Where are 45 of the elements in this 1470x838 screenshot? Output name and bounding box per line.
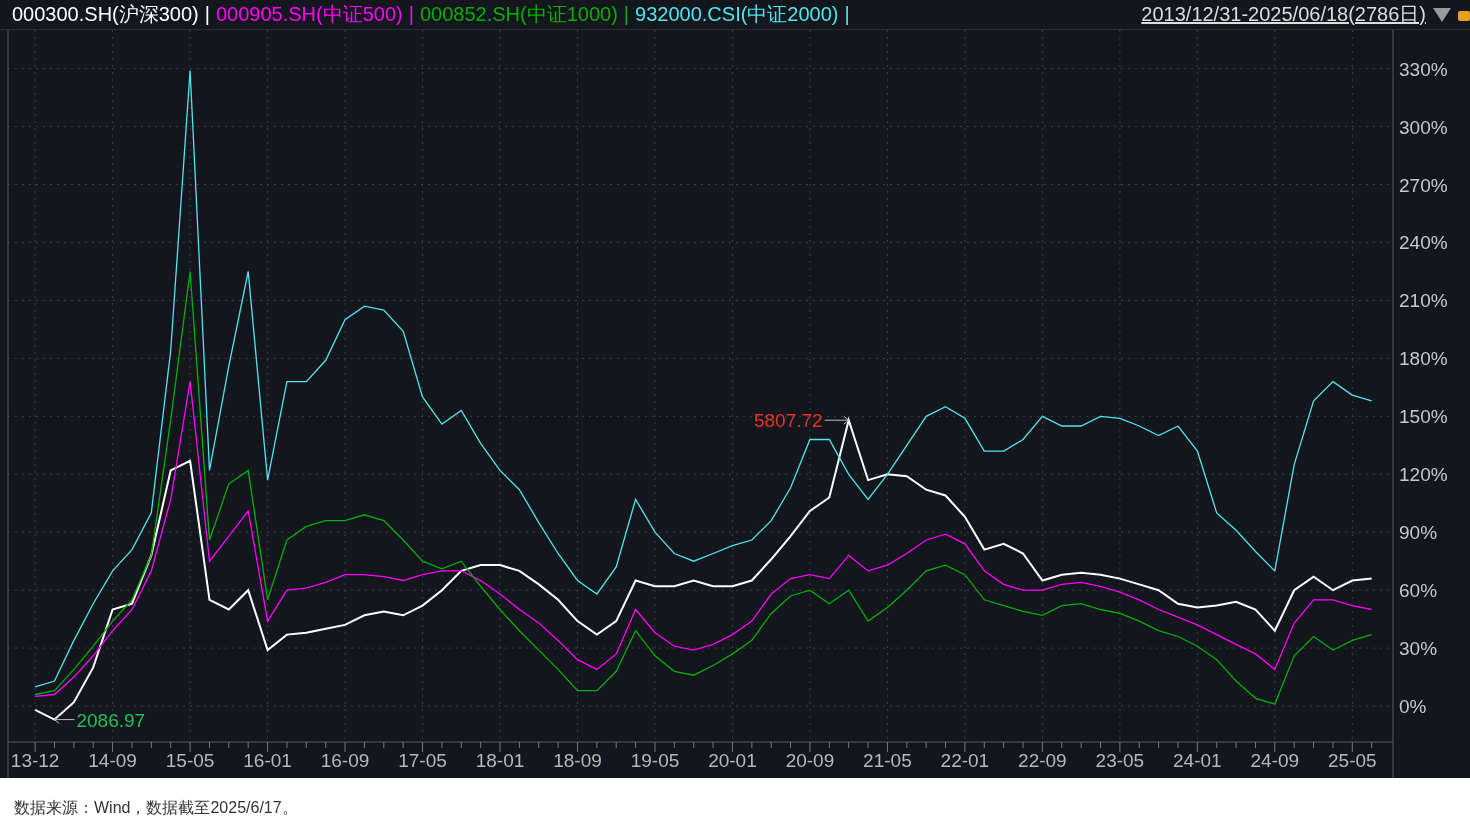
annotation-label: 2086.97 [76,709,146,731]
y-axis-label: 30% [1399,638,1438,660]
y-axis-label: 270% [1399,174,1448,196]
legend-label: 000905.SH(中证500) [216,2,403,27]
legend-separator: | [844,3,850,26]
y-axis-label: 120% [1399,464,1448,486]
y-axis-label: 240% [1399,232,1448,254]
x-axis-label: 16-09 [320,750,370,771]
x-axis-label: 18-09 [553,750,602,771]
legend-label: 932000.CSI(中证2000) [635,2,839,27]
legend-label: 000300.SH(沪深300) [12,2,199,27]
x-axis-label: 21-05 [863,750,912,771]
x-axis-label: 19-05 [630,750,680,771]
x-axis-label: 18-01 [475,750,525,771]
x-axis-label: 22-09 [1018,750,1067,771]
x-axis-label: 13-12 [10,750,60,771]
x-axis-label: 20-01 [708,750,757,771]
annotation-arrow [54,715,75,725]
date-range-link[interactable]: 2013/12/31-2025/06/18(2786日) [1141,1,1426,28]
x-axis-label: 20-09 [785,750,835,771]
y-axis-label: 90% [1399,522,1438,544]
x-axis-label: 16-01 [243,750,292,771]
x-axis-label: 24-01 [1173,750,1222,771]
annotation-arrow [824,415,850,425]
legend-separator: | [408,3,414,26]
x-axis-label: 15-05 [165,750,215,771]
y-axis-label: 330% [1399,58,1448,80]
legend-separator: | [204,3,210,26]
dropdown-triangle-icon[interactable] [1432,6,1452,23]
legend-label: 000852.SH(中证1000) [419,2,618,27]
legend-separator: | [623,3,630,26]
x-axis-label: 14-09 [88,750,137,771]
x-axis-label: 22-01 [940,750,990,771]
y-axis-label: 150% [1399,406,1448,428]
source-note: 数据来源：Wind，数据截至2025/6/17。 [13,797,299,818]
annotation-label: 5807.72 [754,410,823,432]
y-axis-label: 60% [1399,580,1438,602]
y-axis-label: 210% [1399,290,1448,312]
x-axis-label: 17-05 [398,750,447,771]
x-axis-label: 25-05 [1328,750,1377,771]
x-axis-label: 24-09 [1250,750,1300,771]
y-axis-label: 300% [1399,116,1448,138]
x-axis-label: 23-05 [1095,750,1145,771]
y-axis-label: 180% [1399,348,1448,370]
y-axis-label: 0% [1399,696,1427,718]
